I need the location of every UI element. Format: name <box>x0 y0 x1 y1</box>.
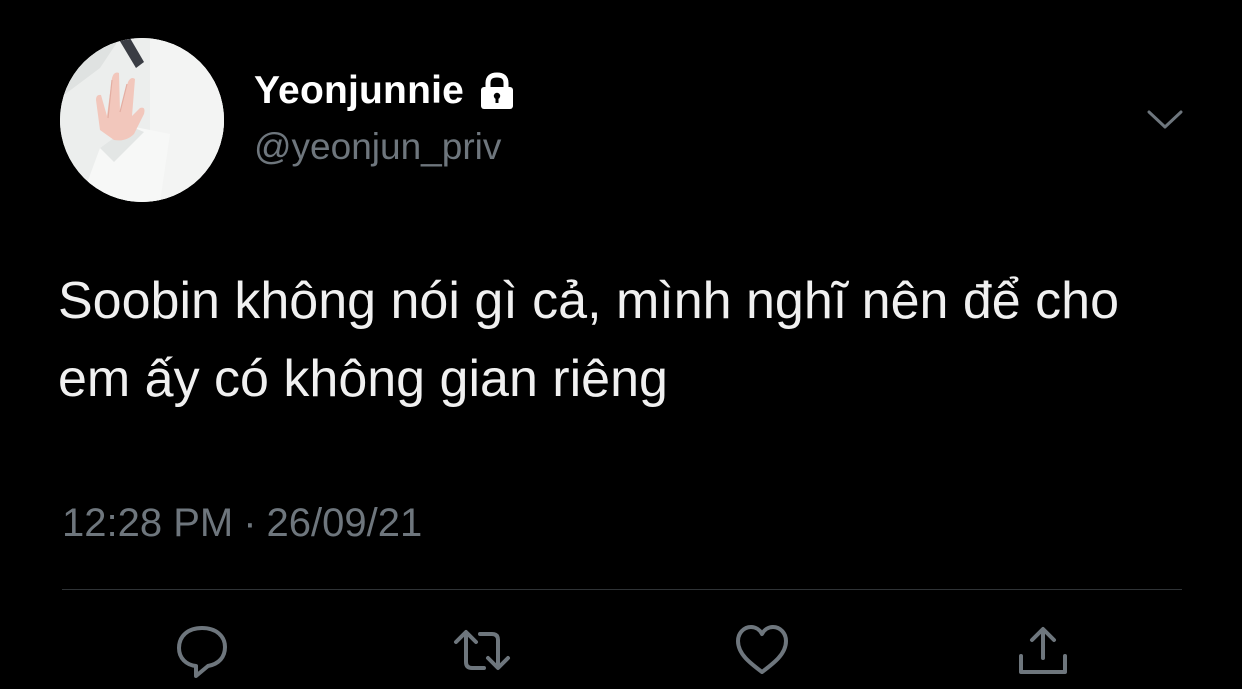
share-button[interactable] <box>1013 620 1073 680</box>
chevron-down-icon[interactable] <box>1145 100 1185 140</box>
lock-icon <box>476 70 518 112</box>
tweet-time: 12:28 PM <box>62 501 234 545</box>
reply-button[interactable] <box>172 620 232 680</box>
tweet-text: Soobin không nói gì cả, mình nghĩ nên để… <box>58 272 1119 408</box>
timestamp-separator: · <box>243 501 257 545</box>
like-icon <box>736 625 788 674</box>
tweet-card: Yeonjunnie @yeonjun_priv Soobin không nó… <box>0 0 1242 689</box>
user-handle[interactable]: @yeonjun_priv <box>254 126 501 168</box>
divider <box>62 589 1182 590</box>
display-name[interactable]: Yeonjunnie <box>254 69 464 113</box>
retweet-icon <box>454 630 510 670</box>
reply-icon <box>177 626 227 678</box>
like-button[interactable] <box>732 620 792 680</box>
action-bar <box>0 620 1242 689</box>
avatar[interactable] <box>60 38 224 202</box>
user-name-row: Yeonjunnie <box>254 66 518 116</box>
tweet-date: 26/09/21 <box>266 501 423 545</box>
retweet-button[interactable] <box>452 620 512 680</box>
tweet-timestamp[interactable]: 12:28 PM · 26/09/21 <box>62 501 422 546</box>
share-icon <box>1019 627 1067 674</box>
